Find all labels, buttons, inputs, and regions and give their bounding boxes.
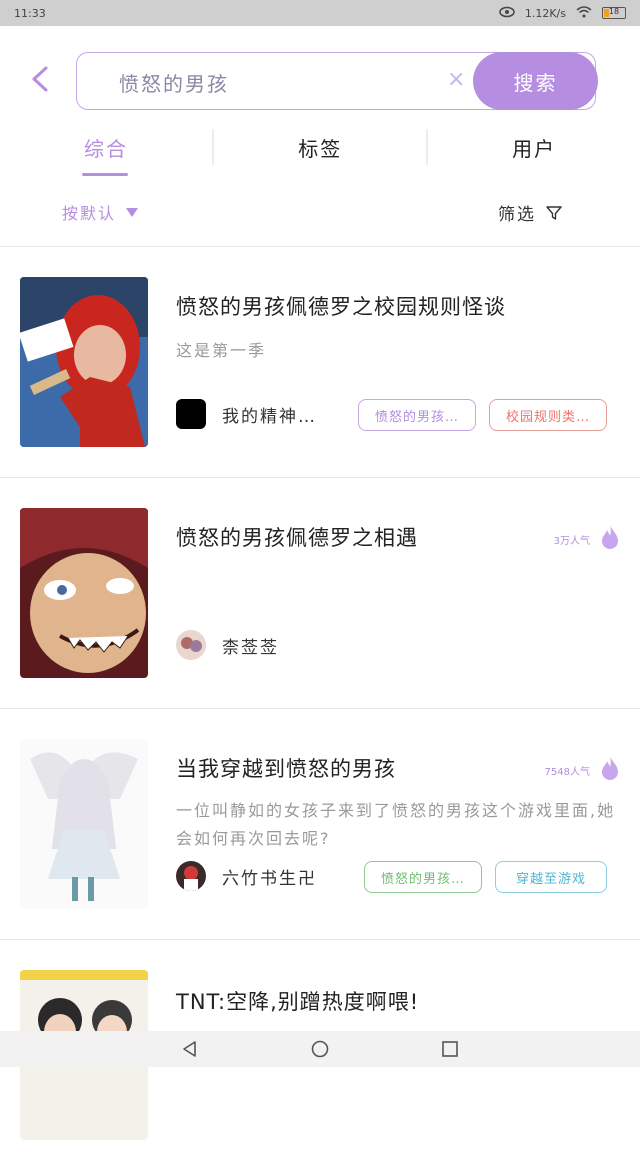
item-author: 柰莶莶 xyxy=(176,630,279,660)
eye-icon xyxy=(499,6,515,21)
item-title: 当我穿越到愤怒的男孩 xyxy=(176,753,396,783)
item-subtitle: 这是第一季 xyxy=(176,337,616,365)
author-name: 六竹书生卍 xyxy=(222,864,317,889)
result-tabs: 综合 标签 用户 xyxy=(0,118,640,176)
tag-chip[interactable]: 穿越至游戏 xyxy=(495,861,607,893)
caret-down-icon xyxy=(126,208,138,217)
sort-label: 按默认 xyxy=(62,200,116,224)
battery-level: 18 xyxy=(603,7,625,16)
item-author: 我的精神… xyxy=(176,399,317,429)
wifi-icon xyxy=(576,6,592,21)
system-navbar xyxy=(0,1031,640,1067)
avatar xyxy=(176,630,206,660)
cover-image xyxy=(20,277,148,447)
funnel-icon xyxy=(546,205,562,221)
search-header: × 搜索 综合 标签 用户 按默认 筛选 xyxy=(0,26,640,246)
fire-icon xyxy=(598,524,622,550)
popularity-count: 7548人气 xyxy=(545,763,590,778)
author-name: 柰莶莶 xyxy=(222,633,279,658)
network-speed: 1.12K/s xyxy=(525,7,566,20)
tag-chip[interactable]: 愤怒的男孩… xyxy=(364,861,482,893)
tab-all[interactable]: 综合 xyxy=(0,118,212,176)
cover-image xyxy=(20,508,148,678)
status-time: 11:33 xyxy=(14,7,46,20)
fire-icon xyxy=(598,755,622,781)
search-button[interactable]: 搜索 xyxy=(473,52,598,110)
result-item[interactable]: 愤怒的男孩佩德罗之相遇 3万人气 柰莶莶 xyxy=(0,478,640,708)
nav-recents-icon[interactable] xyxy=(440,1039,460,1059)
result-item[interactable]: 当我穿越到愤怒的男孩 7548人气 一位叫静如的女孩子来到了愤怒的男孩这个游戏里… xyxy=(0,709,640,939)
search-input[interactable] xyxy=(119,68,449,96)
avatar xyxy=(176,399,206,429)
clear-icon[interactable]: × xyxy=(447,67,469,95)
filter-label: 筛选 xyxy=(498,200,536,225)
tag-chip[interactable]: 愤怒的男孩… xyxy=(358,399,476,431)
cover-image xyxy=(20,739,148,909)
status-bar: 11:33 1.12K/s 18 xyxy=(0,0,640,26)
author-name: 我的精神… xyxy=(222,402,317,427)
filter-button[interactable]: 筛选 xyxy=(498,200,562,225)
item-title: 愤怒的男孩佩德罗之校园规则怪谈 xyxy=(176,291,506,321)
chevron-left-icon xyxy=(28,64,52,94)
nav-back-icon[interactable] xyxy=(180,1039,200,1059)
tag-chip[interactable]: 校园规则类… xyxy=(489,399,607,431)
avatar xyxy=(176,861,206,891)
popularity-count: 3万人气 xyxy=(554,532,590,547)
item-author: 六竹书生卍 xyxy=(176,861,317,891)
status-right: 1.12K/s 18 xyxy=(499,6,626,21)
battery-icon: 18 xyxy=(602,7,626,19)
filter-bar: 按默认 筛选 xyxy=(0,190,640,236)
back-button[interactable] xyxy=(28,64,52,94)
tab-tags[interactable]: 标签 xyxy=(214,118,426,176)
item-title: TNT:空降,别蹭热度啊喂! xyxy=(176,986,419,1016)
item-subtitle: 一位叫静如的女孩子来到了愤怒的男孩这个游戏里面,她会如何再次回去呢? xyxy=(176,797,616,853)
nav-home-icon[interactable] xyxy=(310,1039,330,1059)
result-item[interactable]: 愤怒的男孩佩德罗之校园规则怪谈 这是第一季 我的精神… 愤怒的男孩… 校园规则类… xyxy=(0,247,640,477)
tab-users[interactable]: 用户 xyxy=(428,118,640,176)
item-title: 愤怒的男孩佩德罗之相遇 xyxy=(176,522,418,552)
sort-dropdown[interactable]: 按默认 xyxy=(62,200,138,224)
